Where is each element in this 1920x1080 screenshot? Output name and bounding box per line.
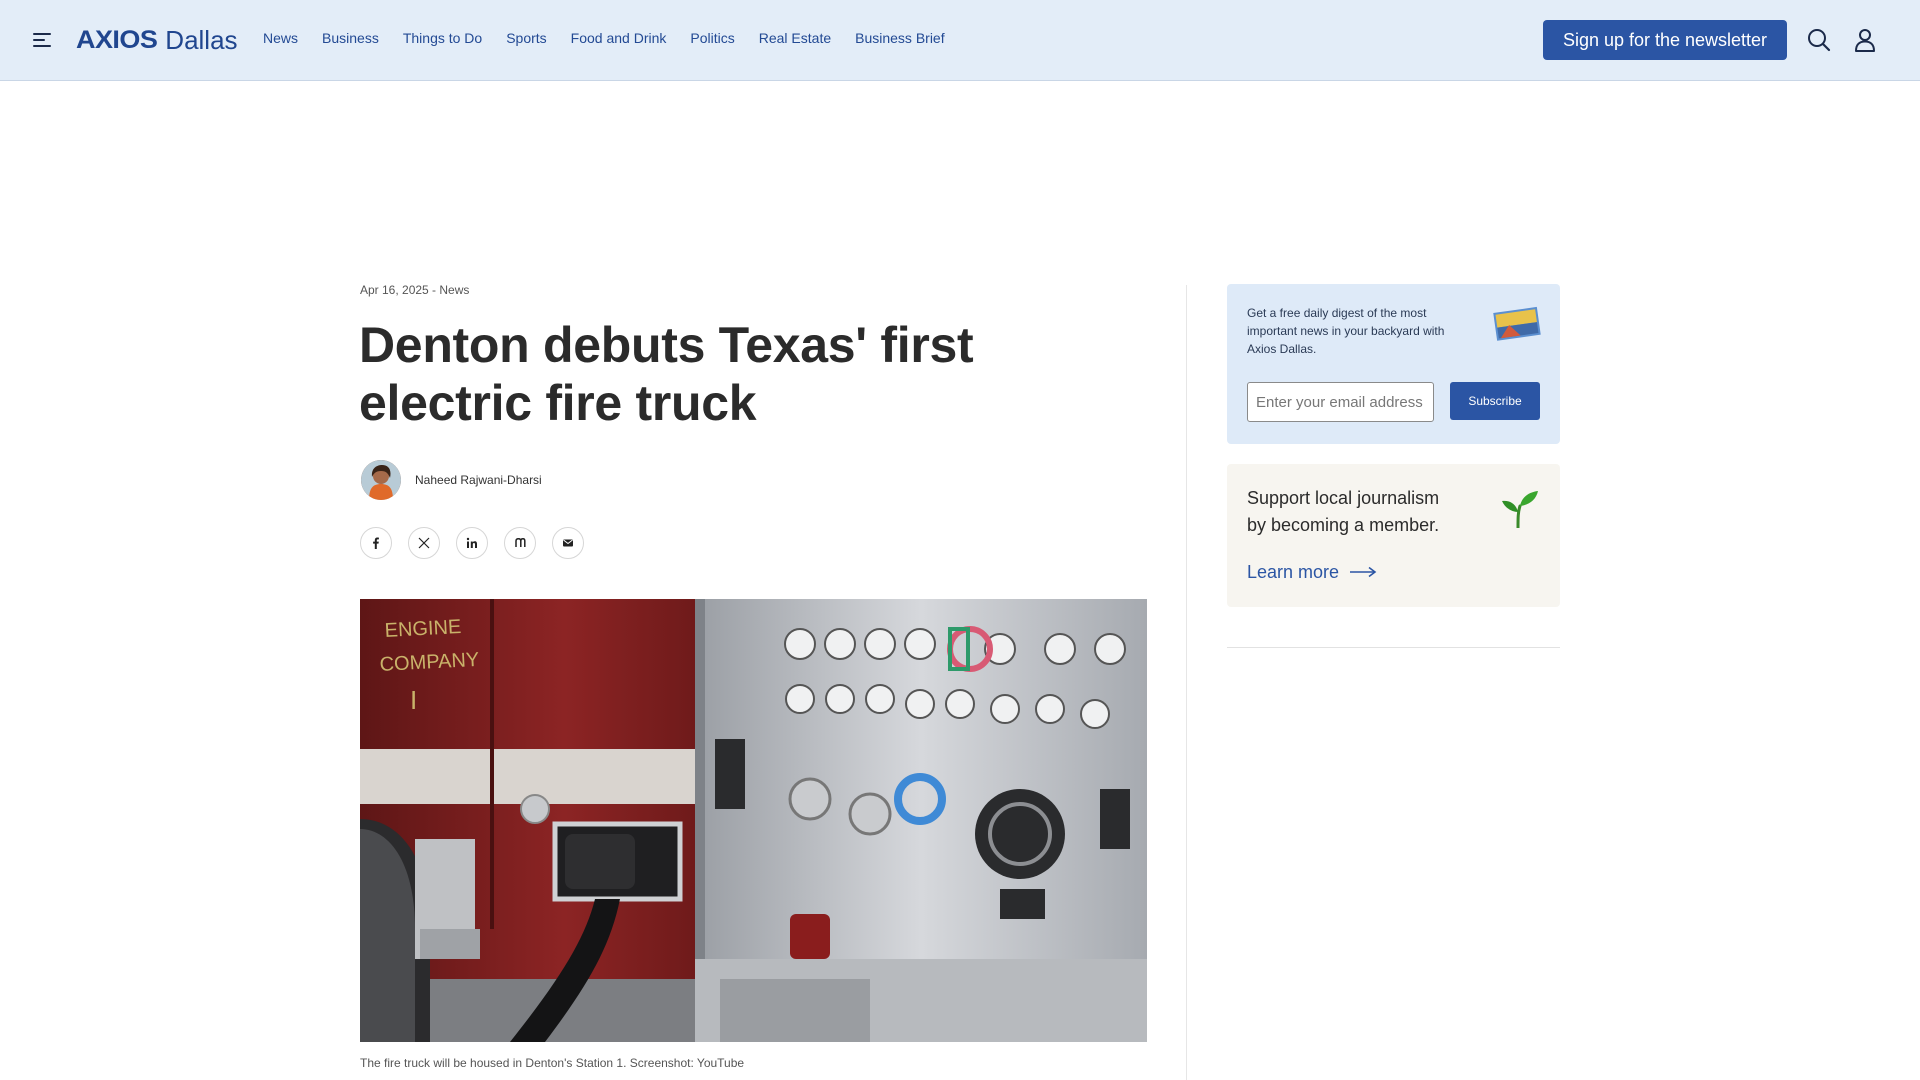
svg-text:I: I xyxy=(410,685,417,715)
sidebar-divider xyxy=(1227,647,1560,648)
newsletter-signup-box: Get a free daily digest of the most impo… xyxy=(1227,284,1560,444)
share-buttons xyxy=(360,527,584,559)
svg-text:ENGINE: ENGINE xyxy=(384,616,462,642)
arrow-right-icon xyxy=(1349,562,1377,583)
nav-item-business[interactable]: Business xyxy=(322,30,379,46)
postcard-icon xyxy=(1489,306,1543,342)
nav-item-news[interactable]: News xyxy=(263,30,298,46)
threads-icon[interactable] xyxy=(504,527,536,559)
user-icon[interactable] xyxy=(1852,27,1878,53)
main-nav: News Business Things to Do Sports Food a… xyxy=(263,30,945,46)
hero-image: ENGINE COMPANY I xyxy=(360,599,1147,1042)
linkedin-icon[interactable] xyxy=(456,527,488,559)
image-caption: The fire truck will be housed in Denton'… xyxy=(360,1056,745,1070)
email-icon[interactable] xyxy=(552,527,584,559)
nav-item-politics[interactable]: Politics xyxy=(690,30,734,46)
email-input[interactable] xyxy=(1247,382,1434,422)
x-icon[interactable] xyxy=(408,527,440,559)
author-avatar[interactable] xyxy=(361,460,401,500)
nav-item-sports[interactable]: Sports xyxy=(506,30,546,46)
facebook-icon[interactable] xyxy=(360,527,392,559)
membership-box: Support local journalism by becoming a m… xyxy=(1227,464,1560,607)
site-header: AXIOS Dallas News Business Things to Do … xyxy=(0,0,1920,81)
article-title: Denton debuts Texas' first electric fire… xyxy=(359,317,974,431)
author-byline: Naheed Rajwani-Dharsi xyxy=(361,460,542,500)
learn-more-link[interactable]: Learn more xyxy=(1247,562,1377,583)
subscribe-button[interactable]: Subscribe xyxy=(1450,382,1540,420)
nav-item-real-estate[interactable]: Real Estate xyxy=(759,30,831,46)
membership-text: Support local journalism by becoming a m… xyxy=(1247,488,1440,535)
search-icon[interactable] xyxy=(1806,27,1832,53)
column-divider xyxy=(1186,285,1187,1080)
article-meta: Apr 16, 2025 - News xyxy=(360,283,470,297)
logo-brand: AXIOS xyxy=(76,25,158,54)
nav-item-things-to-do[interactable]: Things to Do xyxy=(403,30,482,46)
nav-item-food-and-drink[interactable]: Food and Drink xyxy=(571,30,667,46)
nav-item-business-brief[interactable]: Business Brief xyxy=(855,30,944,46)
learn-more-label: Learn more xyxy=(1247,562,1340,582)
newsletter-signup-button[interactable]: Sign up for the newsletter xyxy=(1543,20,1787,60)
menu-icon[interactable] xyxy=(33,30,53,50)
logo-city: Dallas xyxy=(165,24,238,55)
author-name[interactable]: Naheed Rajwani-Dharsi xyxy=(415,473,542,487)
newsletter-text: Get a free daily digest of the most impo… xyxy=(1247,306,1445,356)
sprout-icon xyxy=(1498,488,1540,530)
site-logo[interactable]: AXIOS Dallas xyxy=(76,22,238,58)
